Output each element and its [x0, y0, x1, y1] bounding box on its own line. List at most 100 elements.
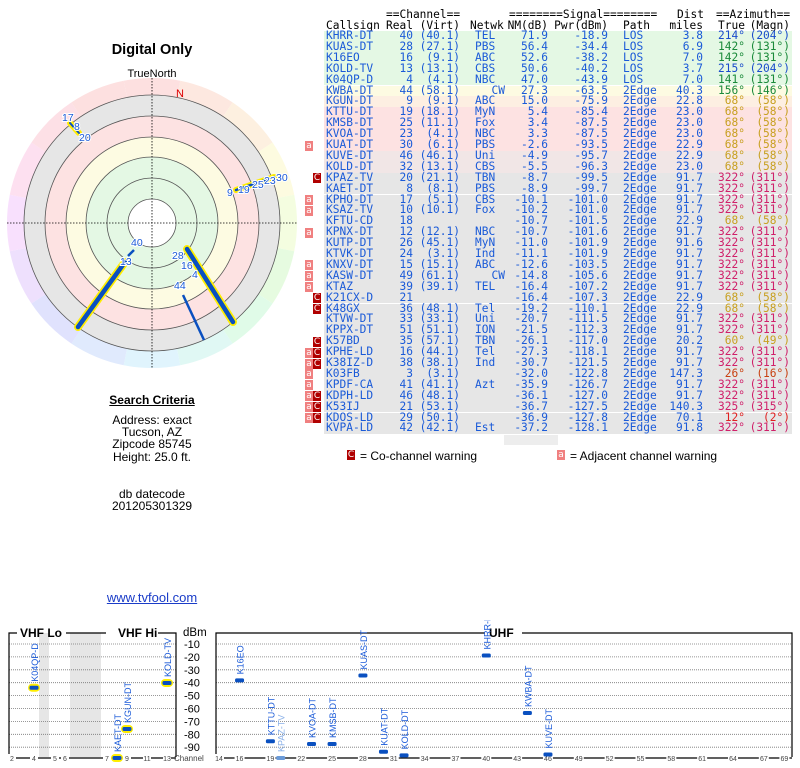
channel-tick-label: 37: [452, 756, 460, 763]
adjacent-channel-warning: a: [305, 402, 313, 413]
co-channel-warning: C: [313, 304, 321, 314]
channel-tick-label: 58: [667, 756, 675, 763]
station-label: KWBA-DT: [523, 665, 533, 707]
channel-tick-label: 52: [606, 756, 614, 763]
channel-tick-label: 7: [105, 756, 109, 763]
plot-title: Digital Only: [111, 42, 193, 58]
channel-tick-label: 40: [482, 756, 490, 763]
station-label: KUAT-DT: [379, 707, 389, 745]
channel-tick-label: 55: [637, 756, 645, 763]
adjacent-channel-warning: a: [305, 369, 313, 380]
channel-tick-label: 6: [63, 756, 67, 763]
north-marker: N: [176, 88, 184, 100]
cell-pwr: -128.1: [567, 421, 608, 435]
dbm-tick-label: -10: [184, 639, 200, 651]
dbm-tick-label: -50: [184, 691, 200, 703]
adjacent-channel-warning: a: [305, 347, 313, 358]
station-marker: [327, 741, 337, 746]
search-height: Height: 25.0 ft.: [112, 450, 192, 464]
station-marker: [276, 756, 286, 760]
channel-tick-label: 16: [236, 756, 244, 763]
channel-tick-label: 2: [10, 756, 14, 763]
co-channel-warning: C: [313, 402, 321, 413]
channel-tick-label: 43: [513, 756, 521, 763]
station-marker: [235, 678, 245, 683]
vhf-gap-band: [70, 633, 101, 757]
station-row[interactable]: KVPA-LD 42 (42.1) Est -37.2 -128.1 2Edge 91.8 32…: [324, 421, 792, 436]
polar-label: 17: [62, 112, 74, 124]
channel-tick-label: 22: [297, 756, 305, 763]
polar-plot: N 17 8 20 9 19 25 23 30 40 13 28 16 4 44: [7, 78, 297, 368]
channel-tick-label: 14: [215, 756, 223, 763]
station-marker: [112, 756, 122, 760]
adjacent-channel-warning: a: [305, 271, 313, 282]
channel-axis-label: Channel: [174, 754, 204, 763]
dbm-tick-label: -20: [184, 652, 200, 664]
station-label: KVOA-DT: [308, 697, 318, 738]
station-marker: [399, 753, 409, 758]
channel-tick-label: 25: [328, 756, 336, 763]
polar-label: 4: [192, 269, 198, 281]
vhf-lo-label: VHF Lo: [20, 626, 62, 640]
channel-tick-label: 34: [421, 756, 429, 763]
station-marker: [522, 711, 532, 716]
polar-label: 13: [120, 256, 132, 268]
dbm-tick-label: -40: [184, 678, 200, 690]
station-label: KHRR-DT: [482, 620, 492, 649]
adjacent-channel-warning: a: [305, 413, 313, 423]
adjacent-channel-warning: a: [305, 227, 313, 238]
adjacent-channel-warning: a: [305, 140, 313, 151]
co-channel-warning: C: [313, 413, 321, 423]
dbm-tick-label: -30: [184, 665, 200, 677]
station-label: KMSB-DT: [328, 697, 338, 738]
channel-tick-label: 19: [267, 756, 275, 763]
channel-tick-label: 49: [575, 756, 583, 763]
adjacent-channel-legend-symbol: a: [557, 450, 565, 460]
station-label: KUVE-DT: [544, 709, 554, 749]
channel-tick-label: 69: [781, 756, 789, 763]
adjacent-channel-warning: a: [305, 391, 313, 402]
co-channel-warning: C: [313, 173, 321, 184]
channel-tick-label: 64: [729, 756, 737, 763]
polar-label: 19: [238, 184, 250, 196]
adjacent-channel-warning: a: [305, 358, 313, 369]
channel-tick-label: 11: [143, 756, 150, 763]
co-channel-legend-symbol: C: [347, 450, 355, 460]
channel-tick-label: 9: [125, 756, 129, 763]
station-marker: [378, 749, 388, 754]
adjacent-channel-warning: a: [305, 282, 313, 293]
station-marker: [481, 653, 491, 658]
polar-label: 23: [264, 175, 276, 187]
station-label: KUAS-DT: [359, 629, 369, 669]
vhf-gap-band: [39, 633, 49, 757]
dbm-tick-label: -80: [184, 729, 200, 741]
adjacent-channel-warning: a: [305, 195, 313, 205]
station-label: KAET-DT: [113, 713, 123, 752]
co-channel-warning: C: [313, 358, 321, 369]
db-datecode-value: 201205301329: [111, 499, 193, 513]
station-marker: [358, 673, 368, 678]
polar-label: 30: [276, 172, 288, 184]
channel-tick-label: 13: [163, 756, 171, 763]
station-label: K04QP-D: [30, 643, 40, 682]
adjacent-channel-legend-text: = Adjacent channel warning: [570, 449, 718, 463]
dbm-tick-label: -70: [184, 716, 200, 728]
dbm-tick-label: -90: [184, 742, 200, 754]
channel-tick-label: 4: [32, 756, 36, 763]
search-criteria-title: Search Criteria: [109, 393, 195, 407]
adjacent-channel-warning: a: [305, 205, 313, 216]
tvfool-link[interactable]: www.tvfool.com: [0, 590, 304, 605]
polar-label: 25: [252, 179, 264, 191]
adjacent-channel-warning: a: [305, 260, 313, 271]
vhf-hi-label: VHF Hi: [118, 626, 157, 640]
cell-virt: (42.1): [419, 421, 460, 435]
dbm-tick-label: -60: [184, 704, 200, 716]
polar-label: 40: [131, 237, 143, 249]
polar-label: 20: [79, 132, 91, 144]
co-channel-warning: C: [313, 391, 321, 402]
polar-label: 9: [227, 187, 233, 199]
search-zipcode: Zipcode 85745: [112, 437, 192, 451]
co-channel-warning: C: [313, 347, 321, 358]
station-label: KPAZ-TV: [277, 715, 287, 752]
spectrum-chart: -10-20-30-40-50-60-70-80-90 dBm VHF Lo VHF …: [8, 620, 793, 763]
